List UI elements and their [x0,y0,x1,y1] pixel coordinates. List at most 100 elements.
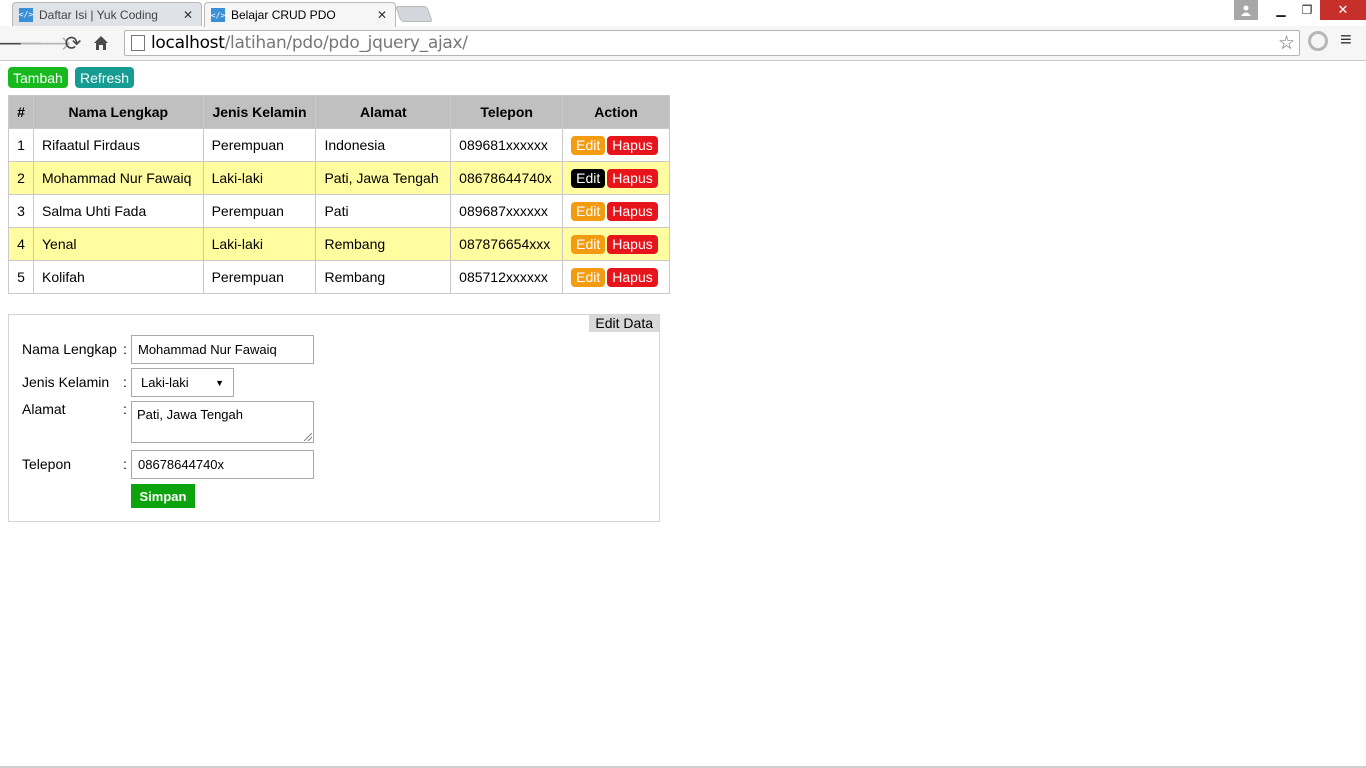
column-header: Action [562,95,670,129]
url-text: localhost/latihan/pdo/pdo_jquery_ajax/ [151,33,468,53]
colon: : [123,374,127,390]
hapus-button[interactable]: Hapus [607,267,658,287]
row-number: 4 [8,227,34,261]
cell-action: Edit Hapus [562,161,670,195]
simpan-button[interactable]: Simpan [131,484,195,508]
cell-telepon: 089681xxxxxx [450,128,564,162]
colon: : [123,341,127,357]
cell-jenis-kelamin: Perempuan [202,260,317,294]
home-icon[interactable] [87,29,115,57]
forward-arrow-icon[interactable]: 🡒 [18,29,72,57]
edit-button[interactable]: Edit [571,267,606,287]
close-window-button[interactable]: ✕ [1320,0,1366,20]
column-header: # [8,95,34,129]
restore-button[interactable]: ❐ [1294,0,1320,20]
tab-strip: </> Daftar Isi | Yuk Coding ✕ </> Belaja… [0,0,1366,27]
edit-form-panel: Edit Data Nama Lengkap : Mohammad Nur Fa… [8,314,660,522]
table-row: 5 Kolifah Perempuan Rembang 085712xxxxxx… [8,260,670,294]
cell-nama: Salma Uhti Fada [32,194,204,228]
cell-telepon: 08678644740x [450,161,564,195]
jenis-kelamin-label: Jenis Kelamin [22,374,110,390]
address-bar[interactable]: localhost/latihan/pdo/pdo_jquery_ajax/ ☆ [124,30,1300,56]
column-header: Jenis Kelamin [202,95,317,129]
tab-daftar-isi[interactable]: </> Daftar Isi | Yuk Coding ✕ [12,2,202,26]
textarea-value: Pati, Jawa Tengah [137,407,243,422]
panel-title: Edit Data [589,315,659,332]
cell-jenis-kelamin: Perempuan [202,128,317,162]
close-icon[interactable]: ✕ [377,8,387,22]
cell-action: Edit Hapus [562,227,670,261]
reload-icon[interactable]: ⟳ [59,29,87,57]
hapus-button[interactable]: Hapus [607,168,658,188]
row-number: 3 [8,194,34,228]
page-content: Tambah Refresh # Nama Lengkap Jenis Kela… [0,62,1366,768]
nama-input[interactable]: Mohammad Nur Fawaiq [131,335,314,364]
tab-title: Daftar Isi | Yuk Coding [39,7,158,22]
hapus-button[interactable]: Hapus [607,135,658,155]
edit-button[interactable]: Edit [571,234,606,254]
edit-button[interactable]: Edit [571,201,606,221]
cell-telepon: 087876654xxx [450,227,564,261]
table-row: 4 Yenal Laki-laki Rembang 087876654xxx E… [8,227,670,261]
cell-jenis-kelamin: Perempuan [202,194,317,228]
cell-alamat: Pati [315,194,452,228]
cell-alamat: Rembang [315,227,452,261]
browser-toolbar: 🡐 🡒 ⟳ localhost/latihan/pdo/pdo_jquery_a… [0,26,1366,61]
window-controls: ▁ ❐ ✕ [1234,0,1366,20]
colon: : [123,401,127,417]
resize-grip-icon[interactable] [304,433,312,441]
code-icon: </> [19,7,33,22]
row-number: 5 [8,260,34,294]
edit-button[interactable]: Edit [571,135,606,155]
cell-alamat: Indonesia [315,128,452,162]
cell-telepon: 085712xxxxxx [450,260,564,294]
row-number: 1 [8,128,34,162]
telepon-input[interactable]: 08678644740x [131,450,314,479]
select-value: Laki-laki [141,375,189,390]
cell-alamat: Pati, Jawa Tengah [315,161,452,195]
cell-nama: Rifaatul Firdaus [32,128,204,162]
cell-action: Edit Hapus [562,128,670,162]
cell-nama: Mohammad Nur Fawaiq [32,161,204,195]
menu-icon[interactable]: ≡ [1340,29,1352,52]
alamat-textarea[interactable]: Pati, Jawa Tengah [131,401,314,443]
alamat-label: Alamat [22,401,66,417]
bookmark-star-icon[interactable]: ☆ [1278,32,1295,55]
tab-belajar-crud[interactable]: </> Belajar CRUD PDO ✕ [204,2,396,27]
hapus-button[interactable]: Hapus [607,201,658,221]
minimize-button[interactable]: ▁ [1268,0,1294,20]
data-table: # Nama Lengkap Jenis Kelamin Alamat Tele… [8,95,670,294]
telepon-label: Telepon [22,456,72,472]
cell-nama: Kolifah [32,260,204,294]
cell-action: Edit Hapus [562,260,670,294]
cell-jenis-kelamin: Laki-laki [202,227,317,261]
tambah-button[interactable]: Tambah [8,67,68,88]
edit-button[interactable]: Edit [571,168,606,188]
new-tab-button[interactable] [395,6,433,22]
colon: : [123,456,127,472]
table-header-row: # Nama Lengkap Jenis Kelamin Alamat Tele… [8,95,670,129]
column-header: Nama Lengkap [32,95,204,129]
extension-icon[interactable] [1308,31,1328,51]
nama-label: Nama Lengkap [22,341,117,357]
cell-jenis-kelamin: Laki-laki [202,161,317,195]
code-icon: </> [211,8,225,22]
jenis-kelamin-select[interactable]: Laki-laki ▼ [131,368,234,397]
table-row: 1 Rifaatul Firdaus Perempuan Indonesia 0… [8,128,670,162]
cell-alamat: Rembang [315,260,452,294]
refresh-button[interactable]: Refresh [75,67,135,88]
close-icon[interactable]: ✕ [183,8,193,22]
column-header: Alamat [315,95,452,129]
table-row: 2 Mohammad Nur Fawaiq Laki-laki Pati, Ja… [8,161,670,195]
user-icon[interactable] [1234,0,1258,20]
cell-nama: Yenal [32,227,204,261]
row-number: 2 [8,161,34,195]
cell-action: Edit Hapus [562,194,670,228]
column-header: Telepon [450,95,564,129]
page-icon [131,35,145,51]
hapus-button[interactable]: Hapus [607,234,658,254]
table-row: 3 Salma Uhti Fada Perempuan Pati 089687x… [8,194,670,228]
cell-telepon: 089687xxxxxx [450,194,564,228]
tab-title: Belajar CRUD PDO [231,8,336,22]
dropdown-arrow-icon: ▼ [215,377,224,388]
